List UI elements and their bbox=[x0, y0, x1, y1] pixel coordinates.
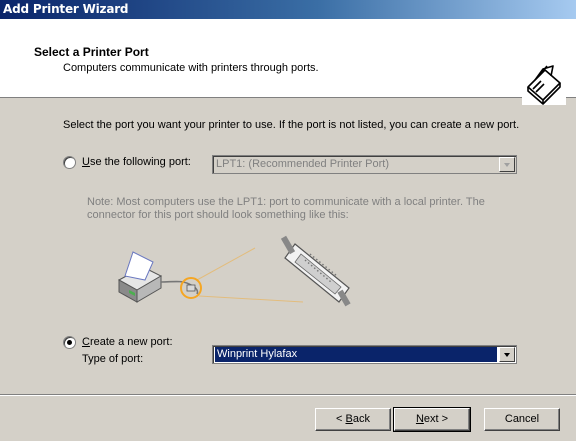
new-port-type-value: Winprint Hylafax bbox=[215, 347, 497, 362]
printer-wizard-icon bbox=[522, 57, 566, 105]
existing-port-value: LPT1: (Recommended Printer Port) bbox=[216, 158, 390, 170]
back-button[interactable]: < Back bbox=[315, 408, 391, 431]
type-of-port-label: Type of port: bbox=[82, 353, 144, 365]
window-title: Add Printer Wizard bbox=[3, 2, 129, 16]
use-following-port-label[interactable]: Use the following port: bbox=[82, 156, 191, 168]
page-subtitle: Computers communicate with printers thro… bbox=[63, 62, 319, 74]
title-bar: Add Printer Wizard bbox=[0, 0, 576, 19]
cancel-button[interactable]: Cancel bbox=[484, 408, 560, 431]
db25-connector-icon bbox=[280, 235, 351, 307]
intro-text: Select the port you want your printer to… bbox=[63, 119, 520, 131]
printer-port-connector-illustration bbox=[117, 235, 351, 307]
next-button[interactable]: Next > bbox=[393, 407, 471, 432]
chevron-down-icon[interactable] bbox=[499, 347, 515, 362]
chevron-down-icon[interactable] bbox=[499, 157, 515, 172]
create-new-port-radio[interactable] bbox=[63, 336, 76, 349]
port-note: Note: Most computers use the LPT1: port … bbox=[87, 196, 485, 221]
create-new-port-label[interactable]: Create a new port: bbox=[82, 336, 173, 348]
wizard-header: Select a Printer Port Computers communic… bbox=[0, 19, 576, 105]
existing-port-select[interactable]: LPT1: (Recommended Printer Port) bbox=[212, 155, 517, 174]
new-port-type-select[interactable]: Winprint Hylafax bbox=[212, 345, 517, 364]
page-title: Select a Printer Port bbox=[34, 45, 149, 59]
footer-divider-highlight bbox=[0, 395, 576, 396]
use-following-port-radio[interactable] bbox=[63, 156, 76, 169]
printer-icon bbox=[117, 251, 163, 303]
